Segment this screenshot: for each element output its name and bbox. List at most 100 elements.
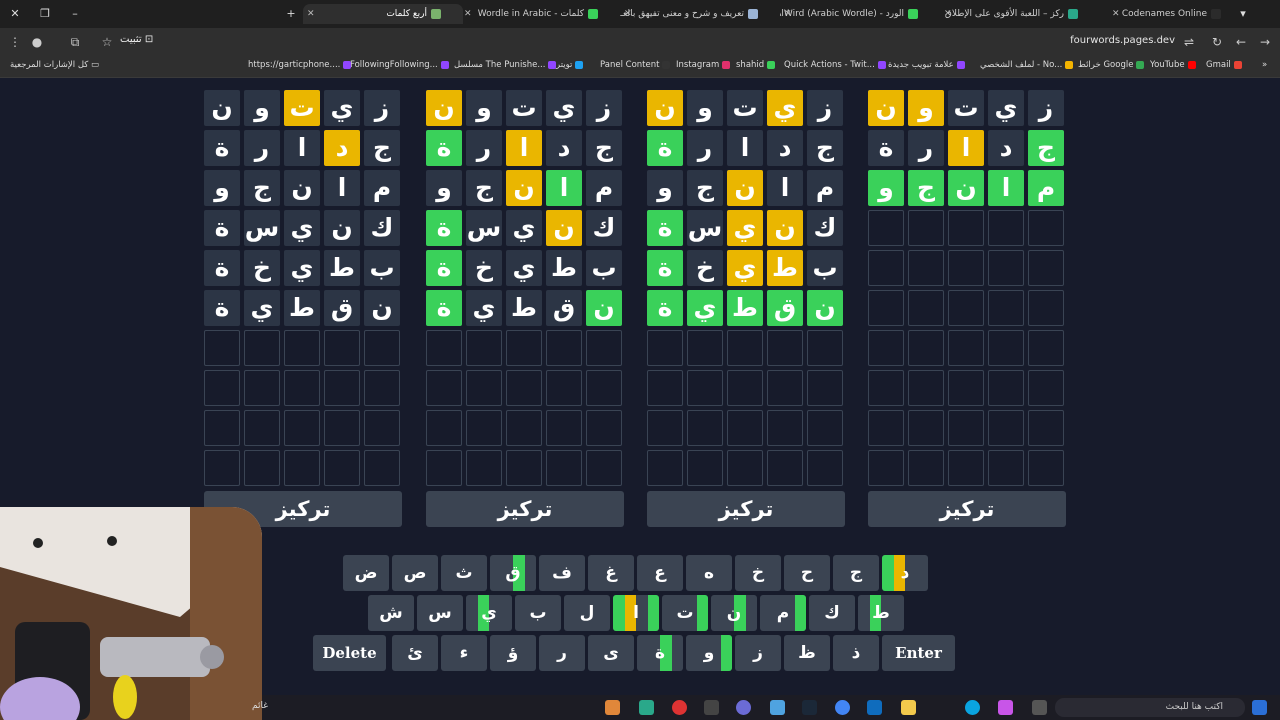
bookmark-item[interactable]: shahid — [736, 60, 778, 70]
forward-icon[interactable]: → — [1256, 33, 1274, 51]
bookmark-star-icon[interactable]: ☆ — [98, 33, 116, 51]
key-10[interactable]: ص — [392, 555, 438, 591]
bookmark-item[interactable]: Instagram — [676, 60, 733, 70]
bookmark-item[interactable]: Panel Content — [600, 60, 673, 70]
key-7[interactable]: ؤ — [490, 635, 536, 671]
key-3[interactable]: ن — [711, 595, 757, 631]
key-label: ل — [579, 603, 595, 623]
taskbar-app-icon[interactable] — [736, 700, 751, 715]
key-11[interactable]: ض — [343, 555, 389, 591]
close-tab-icon[interactable]: ✕ — [464, 4, 472, 24]
focus-button[interactable]: تركيز — [868, 491, 1066, 527]
key-3[interactable]: و — [686, 635, 732, 671]
close-tab-icon[interactable]: ✕ — [1112, 4, 1120, 24]
tab-search-icon[interactable]: ▾ — [1234, 5, 1252, 23]
key-8[interactable]: ق — [490, 555, 536, 591]
key-10[interactable]: ش — [368, 595, 414, 631]
browser-tab[interactable]: تعريف و شرح و معنى تفيهق بالعـ ✕ — [620, 4, 780, 24]
bookmark-item[interactable]: FollowingFollowing... — [350, 60, 452, 70]
taskbar-search-input[interactable]: اكتب هنا للبحث — [1055, 698, 1245, 717]
key-6[interactable]: ر — [539, 635, 585, 671]
key-3[interactable]: خ — [735, 555, 781, 591]
empty-tile — [727, 330, 763, 366]
menu-icon[interactable]: ⋮ — [6, 33, 24, 51]
focus-button[interactable]: تركيز — [426, 491, 624, 527]
close-window-icon[interactable]: ✕ — [6, 5, 24, 23]
key-8[interactable]: ي — [466, 595, 512, 631]
bookmark-item[interactable]: علامة تبويب جديدة — [888, 60, 968, 70]
key-2[interactable]: م — [760, 595, 806, 631]
bookmark-item[interactable]: خرائط Google — [1078, 60, 1147, 70]
edge-icon[interactable] — [965, 700, 980, 715]
extensions-icon[interactable]: ⧉ — [66, 33, 84, 51]
delete-key[interactable]: Delete — [313, 635, 386, 671]
taskbar-app-icon[interactable] — [639, 700, 654, 715]
key-7[interactable]: ف — [539, 555, 585, 591]
bookmark-item[interactable]: تويتر — [556, 60, 586, 70]
letter-tile: ج — [687, 170, 723, 206]
new-tab-icon[interactable]: + — [282, 5, 300, 23]
key-4[interactable]: ة — [637, 635, 683, 671]
bookmark-item[interactable]: Gmail — [1206, 60, 1245, 70]
taskbar-app-icon[interactable] — [605, 700, 620, 715]
key-5[interactable]: ا — [613, 595, 659, 631]
enter-key[interactable]: Enter — [882, 635, 955, 671]
weather-widget[interactable]: غائم — [252, 701, 268, 711]
key-5[interactable]: ى — [588, 635, 634, 671]
key-4[interactable]: ه — [686, 555, 732, 591]
all-bookmarks-button[interactable]: كل الإشارات المرجعية ▭ — [10, 60, 99, 70]
close-tab-icon[interactable]: ✕ — [944, 4, 952, 24]
url-field[interactable]: fourwords.pages.dev — [1070, 35, 1175, 46]
taskbar-app-icon[interactable] — [704, 700, 719, 715]
key-5[interactable]: ع — [637, 555, 683, 591]
browser-tab[interactable]: أربع كلمات ✕ — [303, 4, 463, 24]
taskbar-app-icon[interactable] — [770, 700, 785, 715]
copilot-icon[interactable] — [998, 700, 1013, 715]
file-explorer-icon[interactable] — [901, 700, 916, 715]
browser-tab[interactable]: ركز – اللعبة الأقوى على الإطلاق ✕ — [940, 4, 1100, 24]
key-4[interactable]: ت — [662, 595, 708, 631]
key-9[interactable]: س — [417, 595, 463, 631]
key-1[interactable]: ج — [833, 555, 879, 591]
bookmark-item[interactable]: لملف الشخصي - No... — [980, 60, 1076, 70]
bookmark-item[interactable]: Quick Actions - Twit... — [784, 60, 889, 70]
browser-tab[interactable]: كلمات - Wordle in Arabic ✕ — [460, 4, 620, 24]
bookmark-item[interactable]: YouTube — [1150, 60, 1199, 70]
reload-icon[interactable]: ↻ — [1208, 33, 1226, 51]
focus-button[interactable]: تركيز — [647, 491, 845, 527]
key-2[interactable]: ح — [784, 555, 830, 591]
more-bookmarks-icon[interactable]: » — [1262, 60, 1267, 70]
minimize-window-icon[interactable]: – — [66, 5, 84, 23]
browser-tab[interactable]: الورد - AlWird (Arabic Wordle) ✕ — [780, 4, 940, 24]
close-tab-icon[interactable]: ✕ — [784, 4, 792, 24]
key-6[interactable]: ل — [564, 595, 610, 631]
steam-icon[interactable] — [802, 700, 817, 715]
key-2[interactable]: ز — [735, 635, 781, 671]
close-tab-icon[interactable]: ✕ — [624, 4, 632, 24]
key-7[interactable]: ب — [515, 595, 561, 631]
key-8[interactable]: ء — [441, 635, 487, 671]
key-9[interactable]: ث — [441, 555, 487, 591]
profile-avatar[interactable]: ● — [28, 33, 46, 51]
restore-window-icon[interactable]: ❐ — [36, 5, 54, 23]
letter-tile: ط — [324, 250, 360, 286]
chrome-icon[interactable] — [835, 700, 850, 715]
key-1[interactable]: ك — [809, 595, 855, 631]
back-icon[interactable]: ← — [1232, 33, 1250, 51]
bookmark-item[interactable]: https://garticphone.... — [248, 60, 354, 70]
site-settings-icon[interactable]: ⇌ — [1180, 33, 1198, 51]
windows-start-icon[interactable] — [1252, 700, 1267, 715]
bookmark-item[interactable]: مسلسل The Punishe... — [454, 60, 559, 70]
key-0[interactable]: ط — [858, 595, 904, 631]
task-view-icon[interactable] — [1032, 700, 1047, 715]
close-tab-icon[interactable]: ✕ — [307, 4, 315, 24]
key-0[interactable]: د — [882, 555, 928, 591]
install-app-button[interactable]: تثبيت ⊡ — [120, 34, 153, 45]
taskbar-app-icon[interactable] — [672, 700, 687, 715]
outlook-icon[interactable] — [867, 700, 882, 715]
key-0[interactable]: ذ — [833, 635, 879, 671]
browser-tab[interactable]: Codenames Online ✕ — [1108, 4, 1243, 24]
key-9[interactable]: ئ — [392, 635, 438, 671]
key-1[interactable]: ظ — [784, 635, 830, 671]
key-6[interactable]: غ — [588, 555, 634, 591]
